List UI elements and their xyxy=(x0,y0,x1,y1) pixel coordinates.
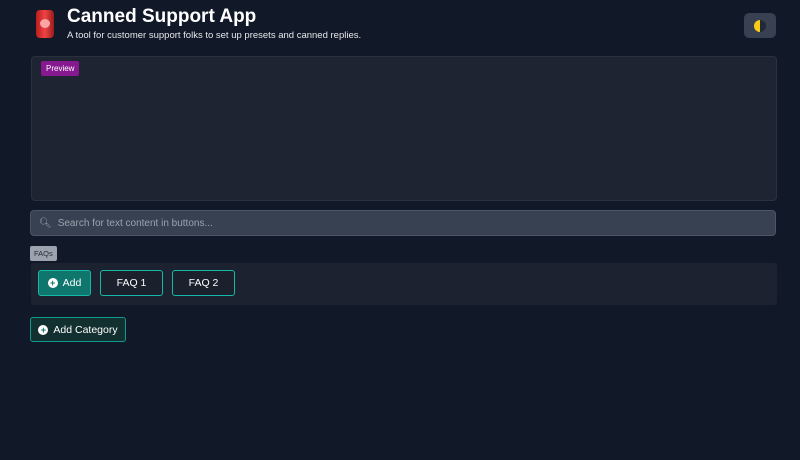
category-faqs: + Add FAQ 1 FAQ 2 xyxy=(31,263,777,305)
theme-toggle-button[interactable] xyxy=(744,13,776,38)
page-title: Canned Support App xyxy=(67,6,257,27)
faq-1-button[interactable]: FAQ 1 xyxy=(100,270,163,296)
add-category-label: Add Category xyxy=(53,323,118,336)
plus-icon: + xyxy=(38,324,49,335)
faq-2-button[interactable]: FAQ 2 xyxy=(172,270,235,296)
add-button[interactable]: + Add xyxy=(38,270,91,296)
search-input[interactable]: 🔍︎ Search for text content in buttons... xyxy=(30,210,776,236)
add-category-button[interactable]: + Add Category xyxy=(30,317,126,342)
page-subtitle: A tool for customer support folks to set… xyxy=(67,30,362,41)
add-label: Add xyxy=(62,277,82,289)
preview-badge: Preview xyxy=(41,61,80,76)
plus-icon: + xyxy=(47,278,58,288)
preview-panel: Preview xyxy=(31,56,777,201)
moon-icon xyxy=(754,19,766,32)
search-placeholder: Search for text content in buttons... xyxy=(57,217,213,229)
search-icon: 🔍︎ xyxy=(39,217,52,229)
category-label: FAQs xyxy=(30,246,57,261)
app-logo xyxy=(36,10,54,38)
